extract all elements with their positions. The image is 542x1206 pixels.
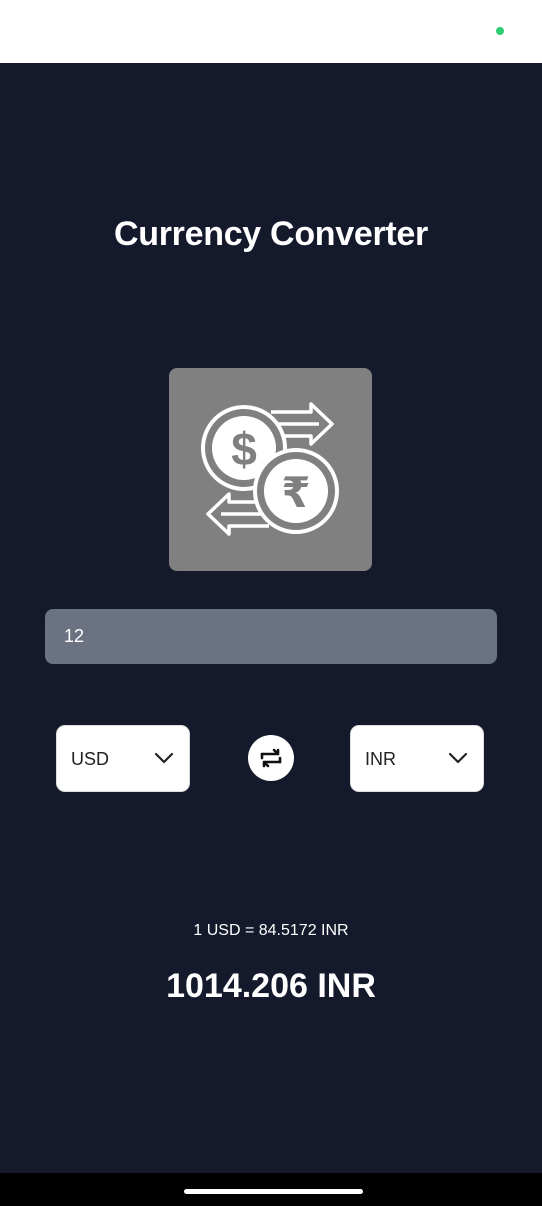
swap-currencies-button[interactable] [248, 735, 294, 781]
chevron-down-icon [154, 751, 174, 769]
navigation-bar [0, 1173, 542, 1206]
to-currency-select[interactable]: INR [350, 725, 484, 792]
from-currency-select[interactable]: USD [56, 725, 190, 792]
to-currency-value: INR [365, 749, 396, 769]
status-indicator-dot [496, 27, 504, 35]
app-screen: Currency Converter $ ₹ USD [0, 63, 542, 1173]
status-bar [0, 0, 542, 63]
svg-text:$: $ [231, 423, 257, 475]
home-indicator[interactable] [184, 1189, 363, 1194]
exchange-rate-text: 1 USD = 84.5172 INR [193, 922, 349, 939]
amount-input[interactable] [45, 609, 497, 664]
swap-arrows-icon [260, 748, 282, 768]
chevron-down-icon [448, 751, 468, 769]
currency-exchange-icon: $ ₹ [169, 368, 372, 571]
svg-text:₹: ₹ [281, 468, 310, 517]
from-currency-value: USD [71, 749, 110, 769]
conversion-result: 1014.206 INR [166, 967, 376, 1005]
page-title: Currency Converter [114, 215, 428, 253]
